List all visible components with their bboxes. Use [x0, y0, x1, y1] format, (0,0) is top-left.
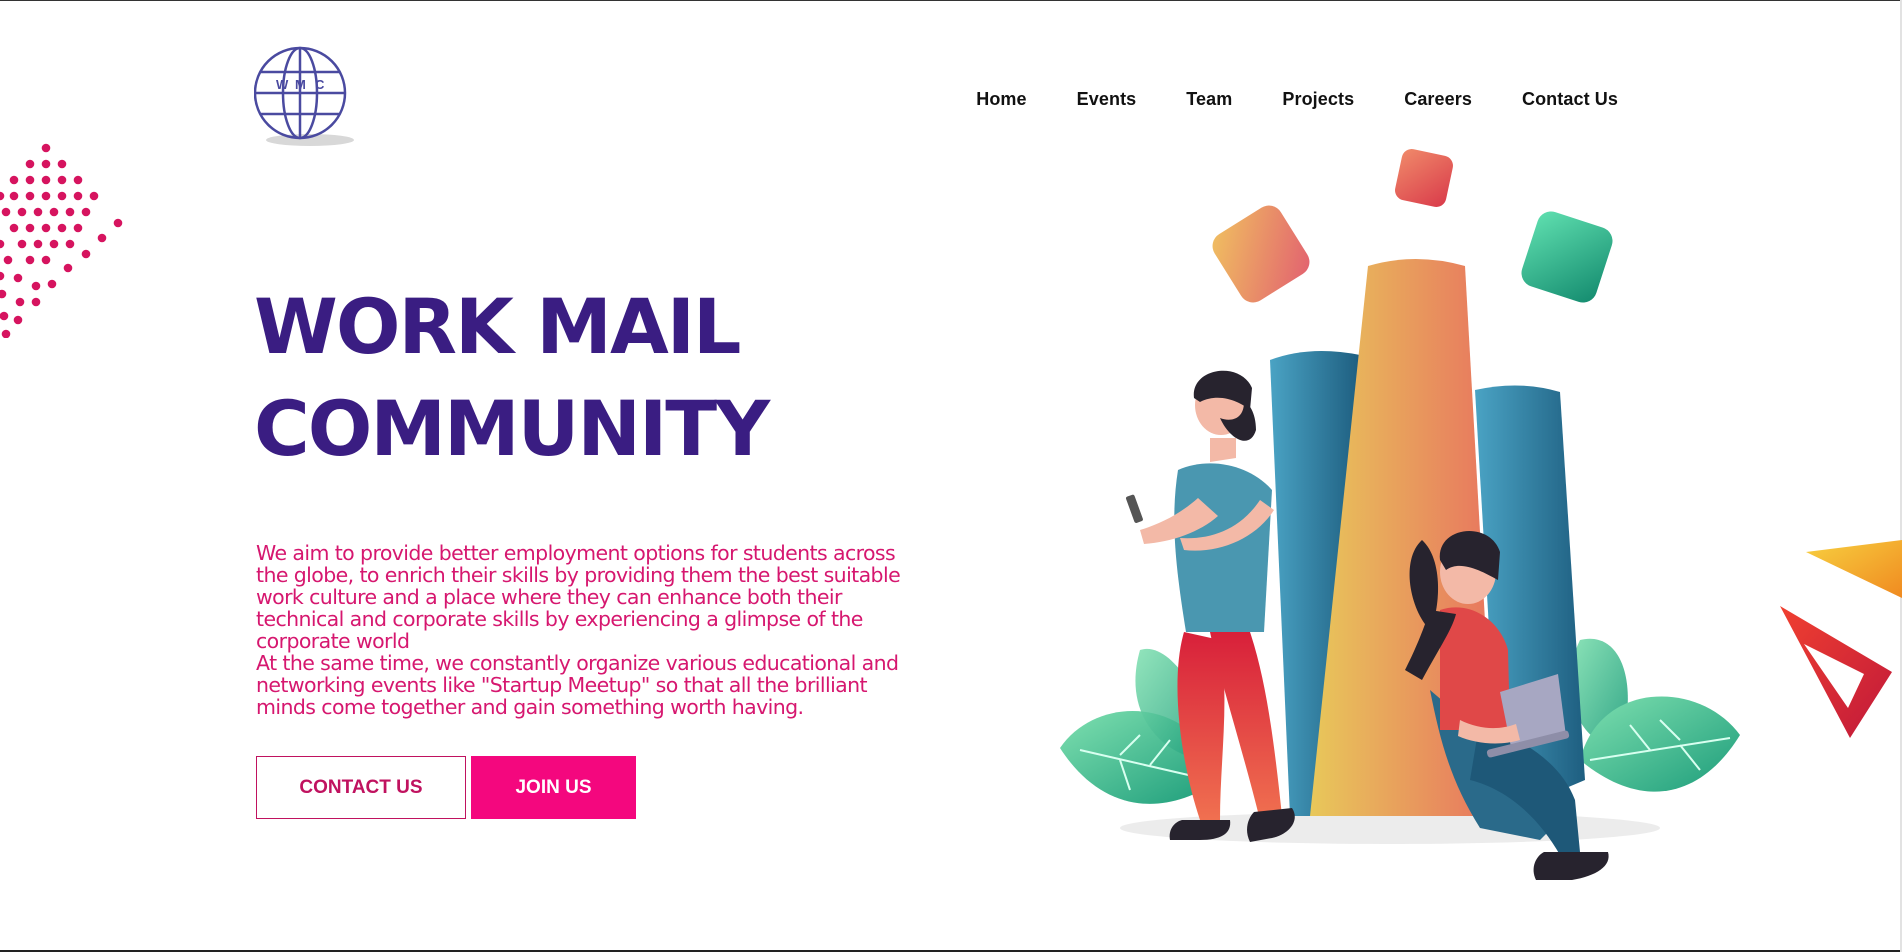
- hero-illustration: [1060, 149, 1740, 880]
- triangle-decorations: [1780, 540, 1902, 738]
- nav-projects[interactable]: Projects: [1282, 89, 1354, 110]
- triangle-red-outline: [1780, 606, 1892, 738]
- logo-letter-c: C: [315, 77, 325, 92]
- join-us-button[interactable]: JOIN US: [471, 756, 636, 819]
- hero-description: We aim to provide better employment opti…: [256, 542, 936, 718]
- description-line: technical and corporate skills by experi…: [256, 607, 863, 631]
- logo-letter-w: W: [276, 77, 289, 92]
- triangle-yellow: [1806, 540, 1902, 598]
- contact-us-button[interactable]: CONTACT US: [256, 756, 466, 819]
- main-nav: Home Events Team Projects Careers Contac…: [976, 89, 1618, 110]
- description-line: the globe, to enrich their skills by pro…: [256, 563, 901, 587]
- floating-square-orange: [1212, 205, 1310, 303]
- description-line: We aim to provide better employment opti…: [256, 541, 896, 565]
- leaf-right: [1570, 638, 1740, 792]
- description-line: work culture and a place where they can …: [256, 585, 842, 609]
- nav-careers[interactable]: Careers: [1404, 89, 1472, 110]
- dot-pattern-decoration: [0, 143, 123, 338]
- description-line: corporate world: [256, 629, 410, 653]
- floating-square-red: [1395, 149, 1453, 207]
- description-line: minds come together and gain something w…: [256, 695, 804, 719]
- description-line: At the same time, we constantly organize…: [256, 651, 899, 675]
- hero-title-line-2: COMMUNITY: [254, 384, 770, 473]
- nav-events[interactable]: Events: [1077, 89, 1137, 110]
- hero-title-line-1: WORK MAIL: [254, 282, 741, 371]
- floating-square-green: [1521, 211, 1613, 303]
- description-line: networking events like "Startup Meetup" …: [256, 673, 868, 697]
- logo-letter-m: M: [295, 77, 306, 92]
- wmc-globe-logo[interactable]: W M C: [254, 46, 366, 146]
- nav-home[interactable]: Home: [976, 89, 1026, 110]
- hero-title: WORK MAIL COMMUNITY: [254, 276, 770, 480]
- nav-contact-us[interactable]: Contact Us: [1522, 89, 1618, 110]
- nav-team[interactable]: Team: [1186, 89, 1232, 110]
